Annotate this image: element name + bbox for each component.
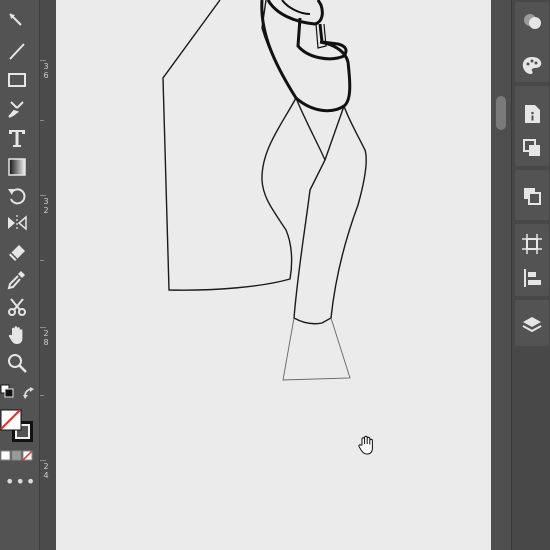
hand-cursor-icon bbox=[358, 435, 373, 455]
drawing-artwork[interactable] bbox=[0, 0, 550, 550]
panel-group bbox=[515, 86, 549, 166]
vertical-scrollbar[interactable] bbox=[491, 0, 511, 550]
artboards-icon[interactable] bbox=[520, 232, 544, 256]
document-info-icon[interactable] bbox=[520, 102, 544, 126]
pathfinder-icon[interactable] bbox=[520, 136, 544, 160]
appearance-icon[interactable] bbox=[520, 9, 544, 33]
panel-group bbox=[515, 224, 549, 296]
swatches-icon[interactable] bbox=[520, 54, 544, 78]
panel-group bbox=[515, 170, 549, 220]
scrollbar-thumb[interactable] bbox=[496, 96, 506, 130]
panel-dock bbox=[511, 0, 550, 550]
panel-group bbox=[515, 2, 549, 82]
align-icon[interactable] bbox=[520, 266, 544, 290]
panel-group bbox=[515, 300, 549, 346]
layers-icon[interactable] bbox=[520, 313, 544, 337]
transform-icon[interactable] bbox=[520, 184, 544, 208]
